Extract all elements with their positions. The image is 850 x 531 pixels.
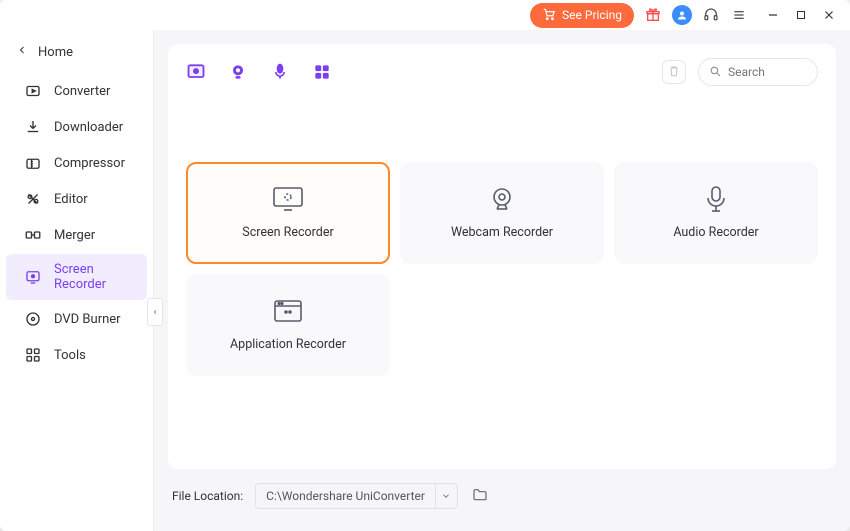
tools-icon [24, 346, 42, 364]
mode-icons [186, 62, 332, 82]
sidebar-item-label: DVD Burner [54, 312, 121, 327]
cart-icon [542, 7, 556, 24]
merger-icon [24, 226, 42, 244]
sidebar-item-compressor[interactable]: Compressor [6, 146, 147, 180]
footer: File Location: C:\Wondershare UniConvert… [168, 483, 836, 519]
screen-recorder-icon [274, 187, 302, 211]
minimize-button[interactable] [764, 6, 782, 24]
sidebar-item-label: Downloader [54, 120, 123, 135]
app-window: See Pricing [0, 0, 850, 531]
panel-top-right [662, 58, 818, 86]
search-input[interactable] [728, 65, 807, 79]
file-location-path: C:\Wondershare UniConverter [256, 489, 435, 503]
card-label: Webcam Recorder [451, 225, 553, 240]
sidebar-item-dvd-burner[interactable]: DVD Burner [6, 302, 147, 336]
card-label: Application Recorder [230, 337, 346, 352]
sidebar: Home Converter Downloader Compressor [0, 30, 154, 531]
webcam-recorder-icon [488, 187, 516, 211]
dvd-burner-icon [24, 310, 42, 328]
sidebar-item-label: Editor [54, 192, 88, 207]
open-folder-button[interactable] [470, 487, 490, 505]
card-webcam-recorder[interactable]: Webcam Recorder [400, 162, 604, 264]
card-audio-recorder[interactable]: Audio Recorder [614, 162, 818, 264]
chevron-left-icon: ‹ [153, 307, 156, 318]
sidebar-item-merger[interactable]: Merger [6, 218, 147, 252]
maximize-button[interactable] [792, 6, 810, 24]
trash-button[interactable] [662, 60, 686, 84]
editor-icon [24, 190, 42, 208]
sidebar-item-label: Converter [54, 84, 110, 99]
folder-icon [471, 487, 489, 506]
screen-recorder-icon [24, 268, 42, 286]
converter-icon [24, 82, 42, 100]
window-controls [764, 6, 838, 24]
screen-mode-icon[interactable] [186, 62, 206, 82]
downloader-icon [24, 118, 42, 136]
audio-mode-icon[interactable] [270, 62, 290, 82]
titlebar: See Pricing [0, 0, 850, 30]
headset-icon[interactable] [702, 6, 720, 24]
content-panel: Screen Recorder Webcam Recorder Audio Re… [168, 44, 836, 469]
card-label: Audio Recorder [673, 225, 758, 240]
card-application-recorder[interactable]: Application Recorder [186, 274, 390, 376]
back-chevron-icon [16, 44, 28, 60]
trash-icon [667, 63, 681, 82]
file-location-select[interactable]: C:\Wondershare UniConverter [255, 483, 458, 509]
collapse-sidebar-button[interactable]: ‹ [147, 298, 163, 326]
file-location-label: File Location: [172, 489, 243, 503]
card-screen-recorder[interactable]: Screen Recorder [186, 162, 390, 264]
webcam-mode-icon[interactable] [228, 62, 248, 82]
sidebar-item-label: Screen Recorder [54, 262, 129, 292]
see-pricing-button[interactable]: See Pricing [530, 3, 634, 28]
home-label: Home [38, 45, 73, 60]
main-area: Screen Recorder Webcam Recorder Audio Re… [154, 30, 850, 531]
application-recorder-icon [274, 299, 302, 323]
search-box[interactable] [698, 58, 818, 86]
compressor-icon [24, 154, 42, 172]
home-nav[interactable]: Home [0, 38, 153, 74]
sidebar-item-label: Merger [54, 228, 95, 243]
see-pricing-label: See Pricing [562, 8, 622, 22]
recorder-grid: Screen Recorder Webcam Recorder Audio Re… [186, 162, 818, 376]
panel-toolbar [186, 58, 818, 86]
body: Home Converter Downloader Compressor [0, 30, 850, 531]
sidebar-item-label: Tools [54, 348, 86, 363]
search-icon [709, 63, 722, 82]
sidebar-item-converter[interactable]: Converter [6, 74, 147, 108]
audio-recorder-icon [702, 187, 730, 211]
sidebar-item-downloader[interactable]: Downloader [6, 110, 147, 144]
close-button[interactable] [820, 6, 838, 24]
sidebar-item-editor[interactable]: Editor [6, 182, 147, 216]
gift-icon[interactable] [644, 6, 662, 24]
card-label: Screen Recorder [242, 225, 333, 240]
chevron-down-icon[interactable] [435, 484, 457, 508]
menu-icon[interactable] [730, 6, 748, 24]
sidebar-item-tools[interactable]: Tools [6, 338, 147, 372]
sidebar-item-screen-recorder[interactable]: Screen Recorder [6, 254, 147, 300]
app-mode-icon[interactable] [312, 62, 332, 82]
user-avatar[interactable] [672, 5, 692, 25]
sidebar-item-label: Compressor [54, 156, 125, 171]
